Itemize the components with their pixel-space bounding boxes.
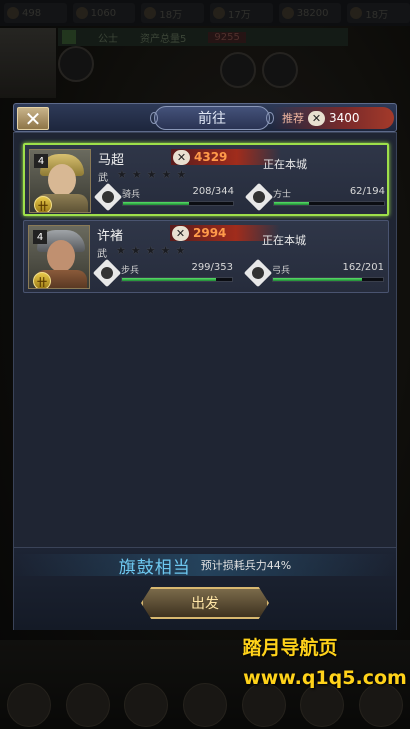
unit-count: 208/344: [192, 186, 234, 197]
star-icon: ★: [175, 244, 186, 257]
crossed-swords-icon: ✕: [172, 225, 189, 241]
unit-slot: 弓兵 162/201: [243, 258, 388, 289]
unit-count: 162/201: [342, 262, 384, 273]
close-icon: ✕: [24, 106, 42, 131]
hero-portrait: 4 卄: [28, 225, 90, 289]
star-icon: ★: [131, 168, 142, 181]
unit-strength-bar: [121, 277, 233, 282]
archer-icon: [243, 258, 273, 288]
unit-slot: 步兵 299/353: [92, 258, 237, 289]
troop-card[interactable]: 4 卄 马超 ✕ 4329 武 ★ ★ ★ ★ ★ 正在本城 骑兵 208/344: [23, 143, 389, 216]
assessment-label: 旗鼓相当: [118, 557, 191, 578]
cavalry-icon: [93, 182, 123, 212]
troop-status: 正在本城: [262, 234, 306, 247]
troop-list-panel: 4 卄 马超 ✕ 4329 武 ★ ★ ★ ★ ★ 正在本城 骑兵 208/344: [13, 132, 397, 630]
troop-card[interactable]: 4 卄 许褚 ✕ 2994 武 ★ ★ ★ ★ ★ 正在本城 步兵 299/353: [23, 220, 389, 293]
star-icon: ★: [160, 244, 171, 257]
star-icon: ★: [176, 168, 187, 181]
hero-level: 4: [33, 230, 47, 244]
star-icon: ★: [145, 244, 156, 257]
unit-count: 62/194: [349, 186, 385, 197]
mage-icon: [244, 182, 274, 212]
recommended-power: 推荐 ✕ 3400: [272, 107, 394, 129]
unit-name: 骑兵: [122, 190, 141, 200]
infantry-icon: [92, 258, 122, 288]
game-screen: 498 1060 18万 17万 38200 18万 公士 资产总量5 9255…: [0, 0, 410, 729]
unit-name: 步兵: [121, 266, 140, 276]
close-button[interactable]: ✕: [17, 107, 49, 130]
star-icon: ★: [146, 168, 157, 181]
unit-name: 方士: [273, 190, 292, 200]
recommend-value: 3400: [329, 111, 360, 125]
unit-strength-bar: [272, 277, 384, 282]
crossed-swords-icon: ✕: [173, 149, 190, 165]
dialog-title: 前往: [198, 111, 226, 127]
unit-slot: 骑兵 208/344: [93, 182, 238, 213]
ornament-icon: [150, 112, 158, 124]
hero-power-value: 2994: [193, 226, 227, 240]
star-icon: ★: [130, 244, 141, 257]
star-icon: ★: [161, 168, 172, 181]
rank-badge-icon: 卄: [34, 196, 52, 212]
unit-strength-bar: [122, 201, 234, 206]
dialog-title-plate: 前往: [150, 106, 274, 130]
hero-type: 武: [97, 249, 107, 260]
unit-count: 299/353: [191, 262, 233, 273]
loss-estimate: 预计损耗兵力44%: [200, 559, 292, 572]
dialog-header: ✕ 前往 推荐 ✕ 3400: [13, 103, 397, 132]
hero-type: 武: [98, 173, 108, 184]
hero-name: 马超: [98, 153, 125, 168]
rank-badge-icon: 卄: [33, 272, 51, 288]
march-dialog: ✕ 前往 推荐 ✕ 3400 4 卄 马超 ✕ 4329 武 ★ ★ ★ ★ ★…: [13, 103, 397, 630]
watermark-url: www.q1q5.com: [243, 667, 407, 689]
troop-status: 正在本城: [263, 158, 307, 171]
watermark-title: 踏月导航页: [242, 637, 338, 659]
hero-name: 许褚: [97, 229, 124, 244]
hero-stars: ★ ★ ★ ★ ★: [116, 244, 185, 257]
star-icon: ★: [116, 244, 126, 257]
star-icon: ★: [117, 168, 127, 181]
unit-slot: 方士 62/194: [244, 182, 389, 213]
recommend-label: 推荐: [282, 112, 304, 125]
battle-assessment: 旗鼓相当 预计损耗兵力44%: [14, 554, 396, 578]
hero-level: 4: [34, 154, 48, 168]
unit-name: 弓兵: [272, 266, 291, 276]
hero-stars: ★ ★ ★ ★ ★: [117, 168, 186, 181]
depart-button[interactable]: 出发: [141, 587, 269, 619]
hero-portrait: 4 卄: [29, 149, 91, 213]
crossed-swords-icon: ✕: [308, 110, 325, 126]
hero-power-value: 4329: [194, 150, 228, 164]
unit-strength-bar: [273, 201, 385, 206]
